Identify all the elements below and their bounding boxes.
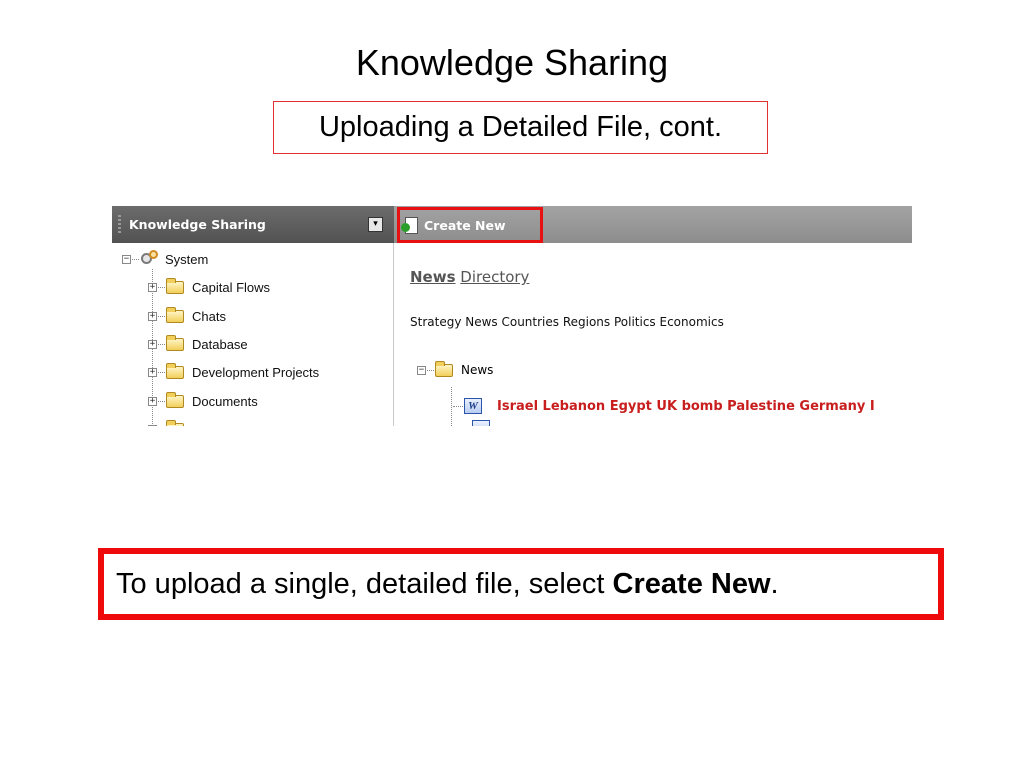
tree-node-development-projects[interactable]: + Development Projects bbox=[148, 361, 319, 383]
tree-node-partial bbox=[148, 418, 192, 426]
tree-connector bbox=[158, 343, 165, 345]
instruction-callout: To upload a single, detailed file, selec… bbox=[98, 548, 944, 620]
word-document-icon bbox=[472, 420, 490, 426]
tree-connector bbox=[453, 405, 463, 407]
breadcrumb: News Directory bbox=[410, 268, 529, 286]
create-new-button[interactable]: Create New bbox=[397, 207, 543, 243]
tree-node-news[interactable]: − News bbox=[417, 360, 494, 377]
word-document-icon: W bbox=[464, 398, 482, 414]
tree-node-label: Database bbox=[192, 336, 248, 352]
tree-node-database[interactable]: + Database bbox=[148, 333, 248, 355]
category-links[interactable]: Strategy News Countries Regions Politics… bbox=[410, 315, 724, 329]
folder-icon bbox=[166, 362, 184, 379]
tree-node-label: News bbox=[461, 363, 494, 377]
folder-icon bbox=[435, 360, 453, 377]
new-document-icon bbox=[401, 216, 418, 234]
navigation-panel: Knowledge Sharing ▾ − System + Capital F… bbox=[112, 206, 394, 426]
tree-node-system[interactable]: − System bbox=[122, 248, 208, 270]
slide-subtitle-text: Uploading a Detailed File, cont. bbox=[318, 111, 722, 143]
tree-connector bbox=[158, 400, 165, 402]
folder-icon bbox=[166, 306, 184, 323]
tree-connector bbox=[158, 315, 165, 317]
expand-icon[interactable]: + bbox=[148, 367, 157, 377]
create-new-label: Create New bbox=[424, 217, 506, 233]
tree-node-label: Chats bbox=[192, 308, 226, 324]
navigation-panel-header: Knowledge Sharing ▾ bbox=[112, 206, 394, 243]
tree-connector bbox=[132, 258, 139, 260]
collapse-icon[interactable]: − bbox=[417, 365, 426, 375]
folder-icon bbox=[166, 419, 184, 426]
tree-node-label: Documents bbox=[192, 393, 258, 409]
panel-dropdown-button[interactable]: ▾ bbox=[368, 217, 383, 232]
instruction-prefix: To upload a single, detailed file, selec… bbox=[116, 567, 613, 600]
app-screenshot: Knowledge Sharing ▾ − System + Capital F… bbox=[112, 206, 912, 426]
tree-connector bbox=[158, 286, 165, 288]
expand-icon[interactable]: + bbox=[148, 282, 157, 292]
system-icon bbox=[140, 250, 158, 268]
folder-icon bbox=[166, 277, 184, 294]
folder-icon bbox=[166, 391, 184, 408]
navigation-panel-title: Knowledge Sharing bbox=[129, 217, 266, 232]
slide-subtitle: Uploading a Detailed File, cont. bbox=[273, 101, 768, 154]
instruction-emphasis: Create New bbox=[612, 567, 771, 600]
breadcrumb-news-link[interactable]: News bbox=[410, 268, 456, 286]
tree-connector bbox=[427, 369, 434, 371]
expand-icon[interactable]: + bbox=[148, 396, 157, 406]
expand-icon[interactable]: + bbox=[148, 339, 157, 349]
breadcrumb-directory-link[interactable]: Directory bbox=[460, 268, 529, 286]
tree-node-label: Capital Flows bbox=[192, 279, 271, 295]
tree-node-label: System bbox=[165, 251, 209, 267]
tree-node-label: Development Projects bbox=[192, 364, 320, 380]
expand-icon[interactable]: + bbox=[148, 311, 157, 321]
document-title-link[interactable]: Israel Lebanon Egypt UK bomb Palestine G… bbox=[497, 399, 875, 414]
instruction-suffix: . bbox=[770, 567, 779, 600]
document-row[interactable]: W bbox=[452, 398, 490, 414]
drag-grip-icon[interactable] bbox=[118, 215, 121, 233]
tree-node-capital-flows[interactable]: + Capital Flows bbox=[148, 276, 270, 298]
tree-connector bbox=[158, 371, 165, 373]
slide-title: Knowledge Sharing bbox=[355, 42, 669, 83]
collapse-icon[interactable]: − bbox=[122, 254, 131, 264]
instruction-text: To upload a single, detailed file, selec… bbox=[116, 568, 779, 601]
folder-icon bbox=[166, 334, 184, 351]
tree-node-documents[interactable]: + Documents bbox=[148, 390, 258, 412]
tree-node-chats[interactable]: + Chats bbox=[148, 305, 226, 327]
expand-icon bbox=[148, 424, 157, 426]
